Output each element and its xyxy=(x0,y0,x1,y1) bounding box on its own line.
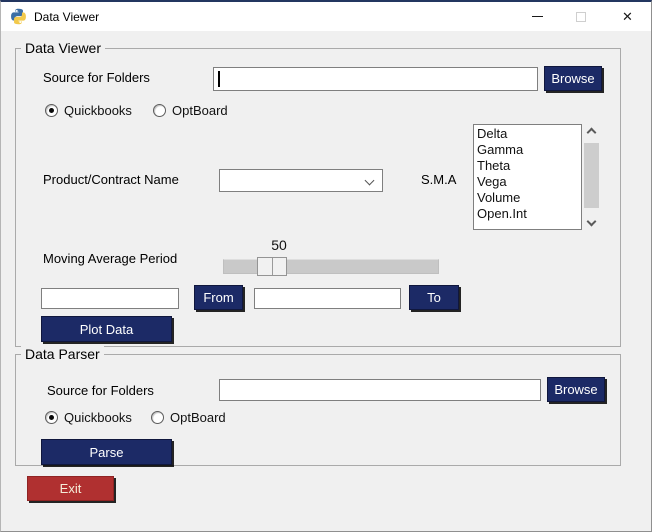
parser-source-input[interactable] xyxy=(219,379,541,401)
radio-circle xyxy=(151,410,164,424)
product-contract-combobox[interactable] xyxy=(219,169,383,192)
parse-button-label: Parse xyxy=(89,444,124,460)
text-caret xyxy=(218,71,220,87)
scrollbar-thumb[interactable] xyxy=(584,143,599,208)
plot-data-button-label: Plot Data xyxy=(79,321,134,337)
radio-quickbooks[interactable]: Quickbooks xyxy=(45,102,132,118)
to-button[interactable]: To xyxy=(409,285,459,310)
radio-circle xyxy=(45,410,58,424)
sma-listbox[interactable]: Delta Gamma Theta Vega Volume Open.Int xyxy=(473,124,582,230)
minimize-button[interactable] xyxy=(515,2,559,31)
close-icon: ✕ xyxy=(622,8,633,24)
radio-label: OptBoard xyxy=(172,102,228,118)
moving-average-slider-handle[interactable] xyxy=(257,257,287,276)
from-date-input[interactable] xyxy=(41,288,179,309)
source-folders-label: Source for Folders xyxy=(47,383,154,398)
scroll-down-button[interactable] xyxy=(583,216,600,230)
radio-label: OptBoard xyxy=(170,409,226,425)
exit-button-label: Exit xyxy=(59,481,82,496)
list-item[interactable]: Delta xyxy=(474,126,581,142)
radio-optboard[interactable]: OptBoard xyxy=(153,102,228,118)
from-button[interactable]: From xyxy=(194,285,243,310)
chevron-down-icon xyxy=(364,175,375,186)
moving-average-label: Moving Average Period xyxy=(43,251,178,266)
slider-value: 50 xyxy=(271,237,287,253)
parser-browse-button[interactable]: Browse xyxy=(547,377,605,402)
chevron-up-icon xyxy=(586,127,597,138)
source-folders-input[interactable] xyxy=(213,67,538,91)
parser-radio-optboard[interactable]: OptBoard xyxy=(151,409,226,425)
scroll-up-button[interactable] xyxy=(583,124,600,138)
chevron-down-icon xyxy=(586,216,597,227)
product-contract-label: Product/Contract Name xyxy=(43,172,179,187)
moving-average-slider-track[interactable] xyxy=(223,259,439,274)
radio-label: Quickbooks xyxy=(64,409,132,425)
window-title: Data Viewer xyxy=(34,10,100,24)
data-viewer-group-title: Data Viewer xyxy=(21,40,106,56)
browse-button-label: Browse xyxy=(554,382,598,397)
parse-button[interactable]: Parse xyxy=(41,439,172,465)
title-bar: Data Viewer ✕ xyxy=(1,2,651,31)
browse-button[interactable]: Browse xyxy=(544,66,602,91)
radio-label: Quickbooks xyxy=(64,102,132,118)
source-folders-label: Source for Folders xyxy=(43,70,150,85)
list-item[interactable]: Vega xyxy=(474,174,581,190)
close-button[interactable]: ✕ xyxy=(603,2,651,31)
plot-data-button[interactable]: Plot Data xyxy=(41,316,172,342)
maximize-icon xyxy=(576,11,586,22)
exit-button[interactable]: Exit xyxy=(27,476,114,501)
minimize-icon xyxy=(531,16,543,17)
to-date-input[interactable] xyxy=(254,288,401,309)
to-button-label: To xyxy=(427,290,441,305)
list-item[interactable]: Theta xyxy=(474,158,581,174)
list-item[interactable]: Open.Int xyxy=(474,206,581,222)
data-parser-group-title: Data Parser xyxy=(21,346,104,362)
maximize-button xyxy=(559,2,603,31)
from-button-label: From xyxy=(203,290,234,305)
radio-circle xyxy=(153,103,166,117)
parser-radio-quickbooks[interactable]: Quickbooks xyxy=(45,409,132,425)
app-window: Data Viewer ✕ Data Viewer Source for Fol… xyxy=(0,0,652,532)
radio-circle xyxy=(45,103,58,117)
list-item[interactable]: Gamma xyxy=(474,142,581,158)
python-icon xyxy=(10,8,27,25)
listbox-scrollbar[interactable] xyxy=(583,124,600,230)
sma-label: S.M.A xyxy=(421,172,457,187)
list-item[interactable]: Volume xyxy=(474,190,581,206)
browse-button-label: Browse xyxy=(551,71,595,86)
